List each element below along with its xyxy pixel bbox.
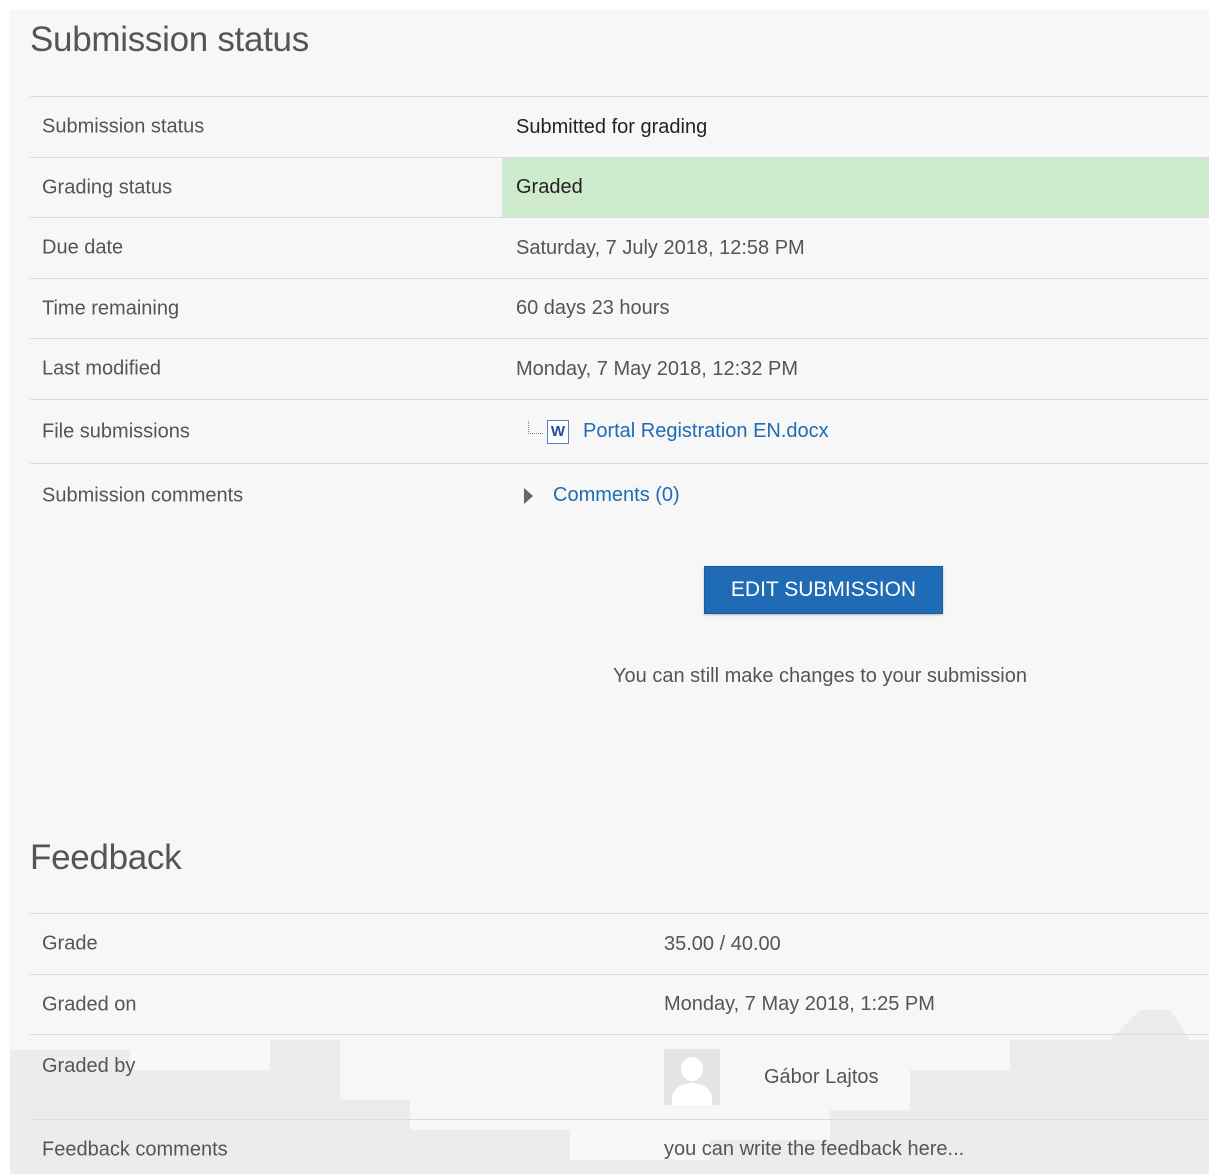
- table-row-last-modified: Last modified Monday, 7 May 2018, 12:32 …: [30, 338, 1209, 399]
- assignment-panel: Submission status Submission status Subm…: [10, 10, 1209, 1174]
- edit-submission-button[interactable]: EDIT SUBMISSION: [704, 566, 943, 614]
- file-link[interactable]: Portal Registration EN.docx: [583, 420, 829, 443]
- tree-connector: [528, 421, 543, 434]
- graded-on-value: Monday, 7 May 2018, 1:25 PM: [664, 993, 935, 1015]
- table-row-graded-by: Graded by Gábor Lajtos: [30, 1034, 1209, 1119]
- grade-value: 35.00 / 40.00: [664, 932, 781, 955]
- grader-info: Gábor Lajtos: [664, 1035, 879, 1119]
- row-label: Submission comments: [42, 484, 244, 506]
- word-doc-icon: W: [547, 419, 569, 444]
- due-date-value: Saturday, 7 July 2018, 12:58 PM: [516, 236, 805, 259]
- table-row-submission-status: Submission status Submitted for grading: [30, 96, 1209, 157]
- row-label: Due date: [42, 236, 124, 259]
- table-row-feedback-comments: Feedback comments you can write the feed…: [30, 1119, 1209, 1174]
- row-label: Feedback comments: [42, 1138, 228, 1160]
- submission-status-table: Submission status Submitted for grading …: [30, 96, 1209, 527]
- table-row-graded-on: Graded on Monday, 7 May 2018, 1:25 PM: [30, 974, 1209, 1034]
- comments-toggle[interactable]: Comments (0): [524, 464, 680, 527]
- submission-status-value: Submitted for grading: [516, 115, 708, 138]
- row-label: Last modified: [42, 357, 161, 380]
- row-label: Time remaining: [42, 297, 180, 319]
- table-row-grade: Grade 35.00 / 40.00: [30, 913, 1209, 974]
- table-row-file-submissions: File submissions W Portal Registration E…: [30, 399, 1209, 463]
- expand-triangle-icon[interactable]: [524, 487, 533, 504]
- row-label: Grade: [42, 932, 98, 955]
- row-label: Grading status: [42, 176, 173, 198]
- comments-link[interactable]: Comments (0): [553, 484, 680, 507]
- feedback-table: Grade 35.00 / 40.00 Graded on Monday, 7 …: [30, 913, 1209, 1174]
- table-row-due-date: Due date Saturday, 7 July 2018, 12:58 PM: [30, 217, 1209, 278]
- last-modified-value: Monday, 7 May 2018, 12:32 PM: [516, 357, 799, 380]
- table-row-grading-status: Grading status Graded: [30, 157, 1209, 217]
- file-submission-entry: W Portal Registration EN.docx: [528, 400, 829, 463]
- feedback-heading: Feedback: [30, 838, 182, 877]
- row-label: File submissions: [42, 420, 190, 442]
- user-avatar-icon[interactable]: [664, 1049, 720, 1105]
- time-remaining-value: 60 days 23 hours: [516, 297, 670, 319]
- row-label: Graded by: [42, 1055, 136, 1077]
- grading-status-value: Graded: [502, 158, 1209, 217]
- table-row-time-remaining: Time remaining 60 days 23 hours: [30, 278, 1209, 338]
- row-label: Graded on: [42, 993, 137, 1015]
- row-label: Submission status: [42, 115, 205, 138]
- edit-submission-note: You can still make changes to your submi…: [613, 665, 1027, 687]
- table-row-submission-comments: Submission comments Comments (0): [30, 463, 1209, 527]
- submission-status-heading: Submission status: [30, 20, 309, 59]
- feedback-comments-value: you can write the feedback here...: [664, 1138, 965, 1160]
- grader-name[interactable]: Gábor Lajtos: [764, 1066, 879, 1089]
